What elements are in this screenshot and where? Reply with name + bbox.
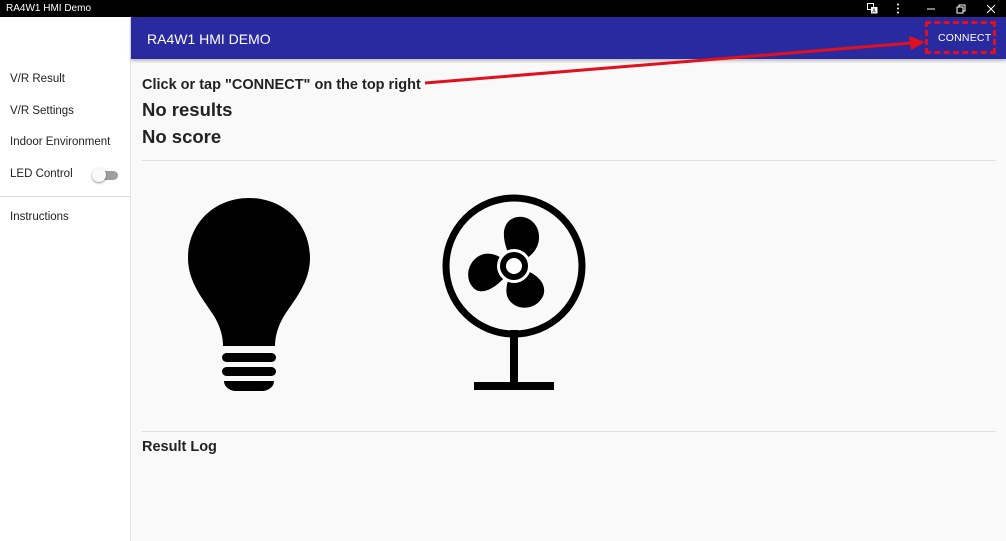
svg-text:A: A bbox=[872, 9, 876, 14]
log-divider bbox=[142, 431, 996, 432]
minimize-icon[interactable] bbox=[925, 2, 937, 15]
sidebar-item-instructions[interactable]: Instructions bbox=[10, 211, 69, 223]
toggle-knob bbox=[92, 168, 106, 182]
more-icon[interactable] bbox=[892, 2, 904, 15]
restore-icon[interactable] bbox=[955, 2, 967, 15]
sidebar-divider bbox=[0, 196, 130, 197]
app-title: RA4W1 HMI DEMO bbox=[147, 31, 271, 47]
app-bar: RA4W1 HMI DEMO CONNECT bbox=[131, 17, 1006, 59]
window-title: RA4W1 HMI Demo bbox=[6, 3, 92, 14]
sidebar-item-vr-settings[interactable]: V/R Settings bbox=[10, 105, 74, 117]
sidebar-item-indoor-environment[interactable]: Indoor Environment bbox=[10, 136, 110, 148]
led-control-toggle[interactable] bbox=[92, 168, 118, 182]
fan-icon bbox=[440, 192, 590, 397]
window-titlebar: RA4W1 HMI Demo A bbox=[0, 0, 1006, 17]
score-text: No score bbox=[142, 126, 222, 147]
connect-highlight-box bbox=[925, 21, 996, 54]
sidebar: V/R Result V/R Settings Indoor Environme… bbox=[0, 17, 131, 541]
translate-icon[interactable]: A bbox=[866, 2, 878, 15]
content-divider bbox=[142, 160, 996, 161]
results-text: No results bbox=[142, 99, 233, 120]
sidebar-item-led-control[interactable]: LED Control bbox=[10, 168, 73, 180]
lightbulb-icon bbox=[186, 196, 312, 394]
sidebar-item-vr-result[interactable]: V/R Result bbox=[10, 73, 65, 85]
connect-hint-text: Click or tap "CONNECT" on the top right bbox=[142, 77, 421, 93]
result-log-title: Result Log bbox=[142, 439, 217, 455]
close-icon[interactable] bbox=[985, 2, 997, 15]
